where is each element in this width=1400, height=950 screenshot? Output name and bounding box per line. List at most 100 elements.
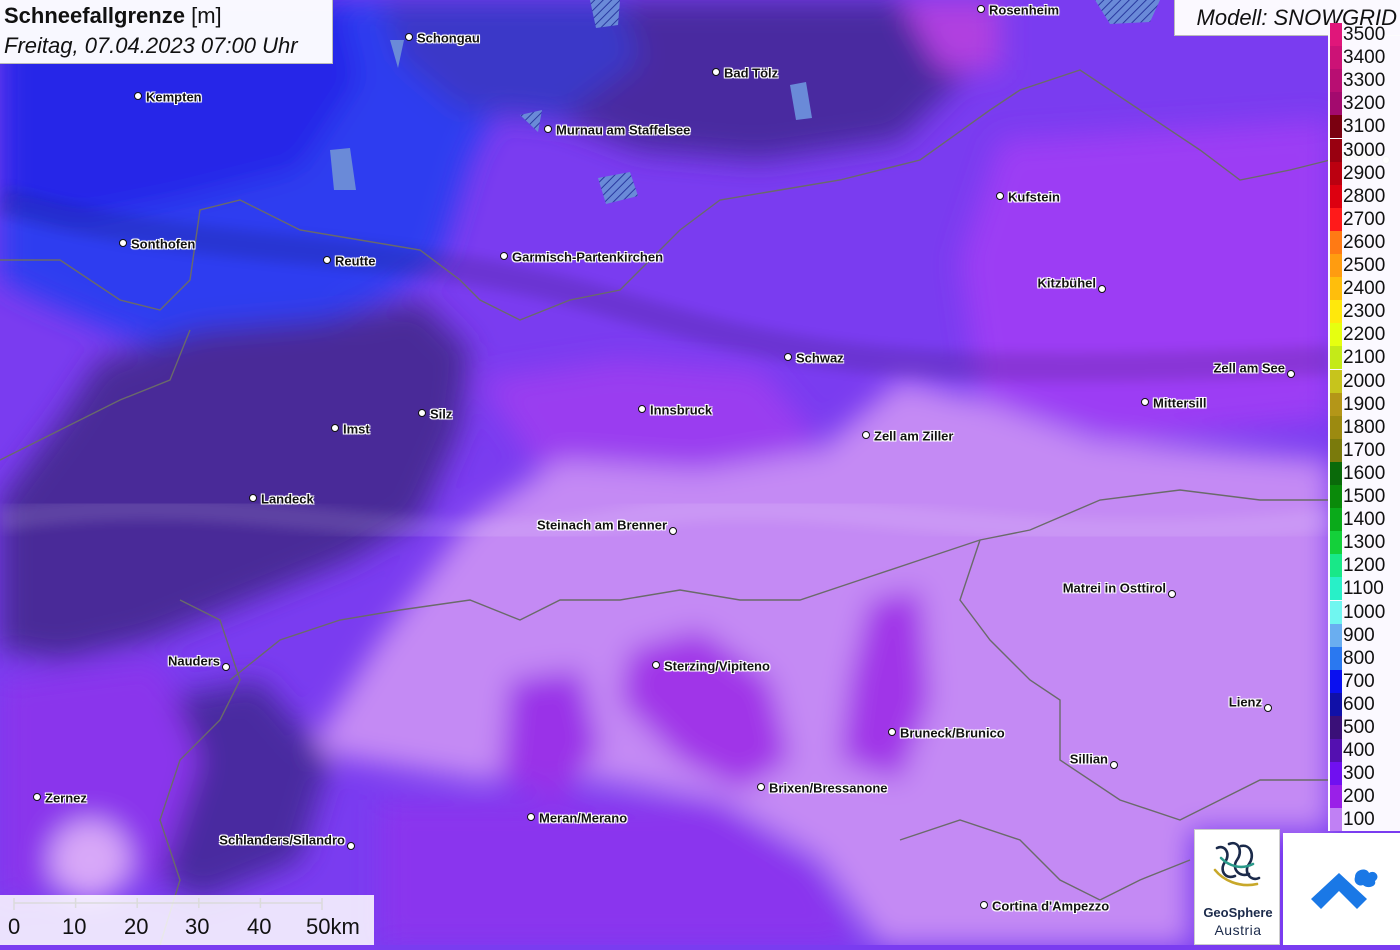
map-datetime: Freitag, 07.04.2023 07:00 Uhr <box>4 33 298 58</box>
city-label: Schlanders/Silandro <box>219 832 345 848</box>
legend-label: 1200 <box>1343 555 1386 577</box>
legend-label: 2000 <box>1343 370 1386 392</box>
city-label: Zell am See <box>1213 360 1285 376</box>
legend-item-1300: 1300 <box>1328 531 1400 555</box>
legend-label: 2100 <box>1343 347 1386 369</box>
legend-label: 800 <box>1343 647 1375 669</box>
legend-item-3300: 3300 <box>1328 69 1400 93</box>
legend-item-200: 200 <box>1328 785 1400 809</box>
legend-label: 700 <box>1343 670 1375 692</box>
legend-label: 1500 <box>1343 486 1386 507</box>
legend-swatch <box>1330 300 1342 324</box>
legend-item-1900: 1900 <box>1328 392 1400 416</box>
city-dot-icon <box>996 192 1004 200</box>
legend-swatch <box>1330 207 1342 231</box>
legend-swatch <box>1330 508 1342 532</box>
legend-item-2600: 2600 <box>1328 230 1400 254</box>
city-dot-icon <box>119 239 127 247</box>
city-label: Murnau am Staffelsee <box>556 122 691 138</box>
city-dot-icon <box>33 793 41 801</box>
legend-label: 200 <box>1343 786 1375 808</box>
city-dot-icon <box>1287 370 1295 378</box>
legend-label: 600 <box>1343 693 1375 715</box>
legend-label: 3100 <box>1343 116 1386 138</box>
legend-item-2800: 2800 <box>1328 184 1400 208</box>
city-label: Kufstein <box>1008 189 1060 205</box>
city-label: Zernez <box>45 790 87 806</box>
legend-item-1400: 1400 <box>1328 508 1400 532</box>
legend-label: 3000 <box>1343 139 1386 161</box>
legend-swatch <box>1330 531 1342 555</box>
legend-swatch <box>1330 346 1342 370</box>
legend-item-1500: 1500 <box>1328 485 1400 509</box>
city-dot-icon <box>323 256 331 264</box>
scale-bar-box: 0 10 20 30 40 50km <box>0 895 374 945</box>
city-label: Kempten <box>146 89 202 105</box>
legend-swatch <box>1330 369 1342 393</box>
legend-swatch <box>1330 46 1342 70</box>
city-label: Garmisch-Partenkirchen <box>512 249 664 265</box>
city-dot-icon <box>405 33 413 41</box>
legend-swatch <box>1330 392 1342 416</box>
city-label: Brixen/Bressanone <box>769 780 888 796</box>
city-dot-icon <box>222 663 230 671</box>
legend-swatch <box>1330 115 1342 139</box>
city-dot-icon <box>249 494 257 502</box>
legend-swatch <box>1330 739 1342 763</box>
legend-label: 3500 <box>1343 24 1386 45</box>
legend-item-1600: 1600 <box>1328 461 1400 485</box>
legend-item-500: 500 <box>1328 716 1400 740</box>
legend-label: 2900 <box>1343 162 1386 184</box>
geosphere-emblem-icon <box>1213 841 1261 887</box>
legend-item-600: 600 <box>1328 692 1400 716</box>
geosphere-name: GeoSphere <box>1203 905 1273 920</box>
legend-label: 1100 <box>1343 578 1384 600</box>
legend-swatch <box>1330 69 1342 93</box>
city-label: Reutte <box>335 253 376 269</box>
geosphere-country: Austria <box>1214 922 1262 938</box>
legend-swatch <box>1330 762 1342 786</box>
legend-item-800: 800 <box>1328 646 1400 670</box>
legend-label: 400 <box>1343 740 1375 762</box>
legend-swatch <box>1330 323 1342 347</box>
city-dot-icon <box>1110 761 1118 769</box>
city-label: Sillian <box>1069 751 1108 767</box>
legend-label: 2600 <box>1343 231 1386 253</box>
legend-item-100: 100 <box>1328 808 1400 832</box>
city-label: Bruneck/Brunico <box>900 725 1005 741</box>
city-dot-icon <box>652 661 660 669</box>
house-cloud-icon <box>1311 869 1378 909</box>
scale-label-50km: 50km <box>306 914 360 939</box>
geosphere-logo[interactable]: GeoSphere Austria <box>1194 829 1280 945</box>
city-dot-icon <box>757 783 765 791</box>
legend-label: 1600 <box>1343 462 1386 484</box>
city-dot-icon <box>331 424 339 432</box>
legend-item-2900: 2900 <box>1328 161 1400 185</box>
city-label: Imst <box>343 421 370 437</box>
city-label: Rosenheim <box>989 2 1060 18</box>
legend-label: 500 <box>1343 717 1375 738</box>
city-label: Nauders <box>167 653 220 669</box>
legend-label: 2300 <box>1343 301 1386 323</box>
map-canvas <box>0 0 1400 945</box>
legend-item-3400: 3400 <box>1328 46 1400 70</box>
legend-swatch <box>1330 646 1342 670</box>
legend-item-3500: 3500 <box>1328 23 1400 47</box>
weather-app-logo[interactable] <box>1283 833 1400 945</box>
legend-item-3200: 3200 <box>1328 92 1400 116</box>
legend-label: 2500 <box>1343 255 1386 276</box>
legend-item-2000: 2000 <box>1328 369 1400 393</box>
legend-item-400: 400 <box>1328 739 1400 763</box>
city-label: Zell am Ziller <box>874 428 954 444</box>
scale-label-20: 20 <box>124 914 149 939</box>
legend-item-300: 300 <box>1328 762 1400 786</box>
city-label: Sterzing/Vipiteno <box>664 658 770 674</box>
legend-item-1200: 1200 <box>1328 554 1400 578</box>
legend-swatch <box>1330 230 1342 254</box>
city-dot-icon <box>784 353 792 361</box>
map-title-box: Schneefallgrenze [m] Freitag, 07.04.2023… <box>0 0 333 64</box>
legend-label: 3300 <box>1343 70 1386 92</box>
city-dot-icon <box>418 409 426 417</box>
city-dot-icon <box>1141 398 1149 406</box>
legend-swatch <box>1330 23 1342 47</box>
